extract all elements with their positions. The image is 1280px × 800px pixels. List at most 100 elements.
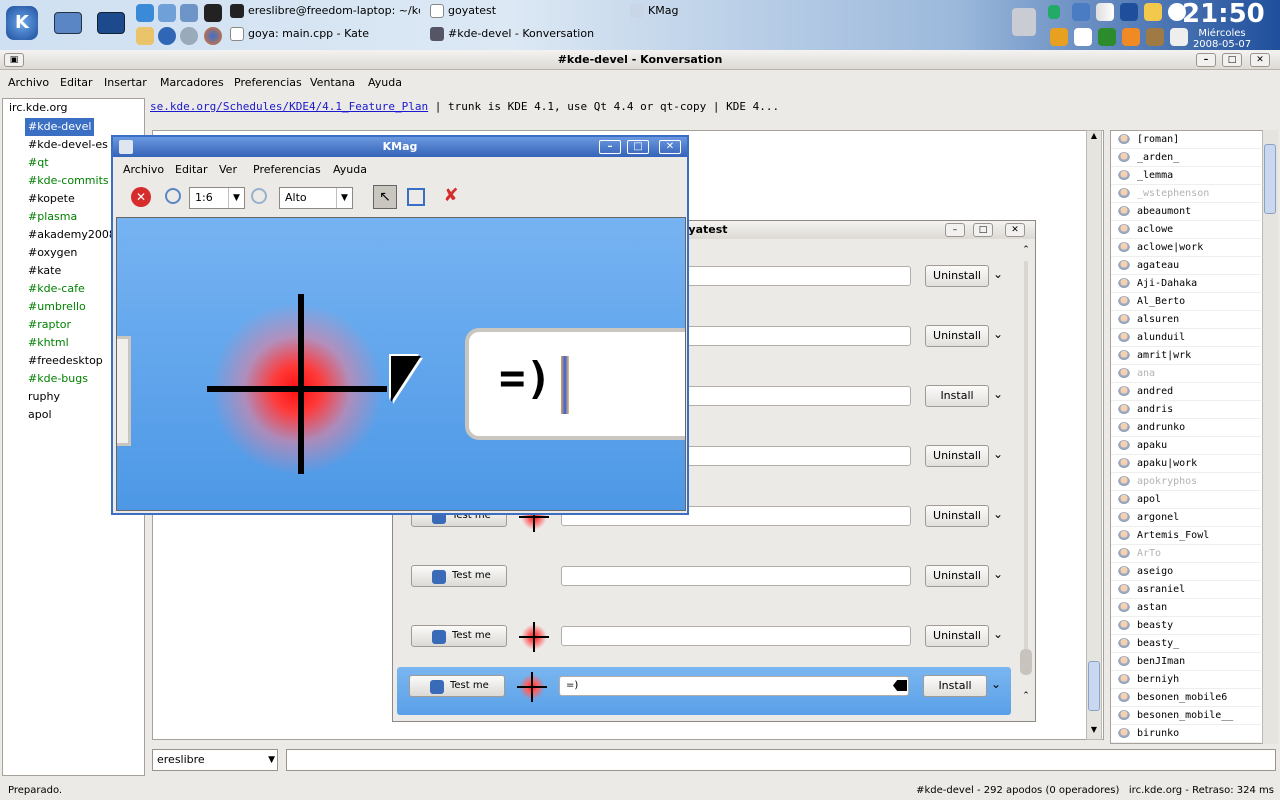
taskbar-kate[interactable]: goya: main.cpp - Kate bbox=[228, 24, 420, 44]
clock[interactable]: 21:50 Miércoles 2008-05-07 bbox=[1182, 0, 1265, 50]
goya-scrollbar[interactable]: ⌃ ⌃ bbox=[1019, 245, 1033, 715]
trash-icon[interactable] bbox=[1012, 8, 1036, 36]
goya-field[interactable] bbox=[561, 566, 911, 586]
message-input[interactable] bbox=[286, 749, 1276, 771]
nick-item[interactable]: agateau bbox=[1111, 257, 1261, 275]
nick-item[interactable]: aclowe bbox=[1111, 221, 1261, 239]
tree-channel[interactable]: #umbrello bbox=[25, 298, 89, 316]
tree-server[interactable]: irc.kde.org bbox=[6, 99, 71, 117]
follow-mouse-icon[interactable]: ↖ bbox=[373, 185, 397, 209]
select-window-icon[interactable] bbox=[407, 188, 425, 206]
tree-channel[interactable]: #oxygen bbox=[25, 244, 80, 262]
goya-field[interactable] bbox=[561, 626, 911, 646]
nick-item[interactable]: apol bbox=[1111, 491, 1261, 509]
nick-item[interactable]: aclowe|work bbox=[1111, 239, 1261, 257]
chevron-down-icon[interactable]: ⌄ bbox=[993, 387, 1003, 401]
tree-channel[interactable]: #plasma bbox=[25, 208, 80, 226]
folder-icon[interactable] bbox=[136, 27, 154, 45]
kmag-menu-ayuda[interactable]: Ayuda bbox=[333, 163, 367, 176]
nick-item[interactable]: andred bbox=[1111, 383, 1261, 401]
goya-scroll-down[interactable]: ⌃ bbox=[1019, 691, 1033, 701]
kmag-menu-editar[interactable]: Editar bbox=[175, 163, 208, 176]
nick-item[interactable]: berniyh bbox=[1111, 671, 1261, 689]
chevron-down-icon[interactable]: ⌄ bbox=[993, 507, 1003, 521]
tree-channel[interactable]: #kopete bbox=[25, 190, 78, 208]
menu-ayuda[interactable]: Ayuda bbox=[368, 76, 402, 89]
nick-list[interactable]: [roman] _arden_ _lemma _wstephenson abeaumon… bbox=[1110, 130, 1278, 744]
clipboard-icon[interactable] bbox=[1074, 28, 1092, 46]
kmag-maximize-button[interactable]: □ bbox=[627, 140, 649, 154]
tree-channel[interactable]: #kde-cafe bbox=[25, 280, 88, 298]
taskbar-konversation[interactable]: #kde-devel - Konversation bbox=[428, 24, 628, 44]
close-button[interactable]: ✕ bbox=[1250, 53, 1270, 67]
test-me-button[interactable]: Test me bbox=[411, 565, 507, 587]
zoom-out-icon[interactable] bbox=[251, 188, 267, 204]
chevron-down-icon[interactable]: ⌄ bbox=[993, 447, 1003, 461]
nick-item[interactable]: besonen_mobile__ bbox=[1111, 707, 1261, 725]
nick-item[interactable]: Artemis_Fowl bbox=[1111, 527, 1261, 545]
maximize-button[interactable]: □ bbox=[1222, 53, 1242, 67]
menu-preferencias[interactable]: Preferencias bbox=[234, 76, 302, 89]
nick-item[interactable]: apaku bbox=[1111, 437, 1261, 455]
nick-item[interactable]: beasty bbox=[1111, 617, 1261, 635]
chevron-down-icon[interactable]: ⌄ bbox=[991, 677, 1001, 691]
nick-item[interactable]: aseigo bbox=[1111, 563, 1261, 581]
goya-maximize-button[interactable]: □ bbox=[973, 223, 993, 237]
nick-item[interactable]: ana bbox=[1111, 365, 1261, 383]
tree-channel[interactable]: ruphy bbox=[25, 388, 63, 406]
tree-channel[interactable]: #khtml bbox=[25, 334, 72, 352]
nick-item[interactable]: andris bbox=[1111, 401, 1261, 419]
tree-channel[interactable]: #kde-bugs bbox=[25, 370, 91, 388]
nick-item[interactable]: _wstephenson bbox=[1111, 185, 1261, 203]
chat-scrollbar[interactable]: ▲ ▼ bbox=[1086, 130, 1102, 740]
kde-icon[interactable] bbox=[1120, 3, 1138, 21]
kmag-minimize-button[interactable]: – bbox=[599, 140, 621, 154]
app-icon[interactable] bbox=[180, 27, 198, 45]
kmag-close-button[interactable]: ✕ bbox=[659, 140, 681, 154]
chevron-down-icon[interactable]: ⌄ bbox=[993, 567, 1003, 581]
package-icon[interactable] bbox=[1146, 28, 1164, 46]
menu-insertar[interactable]: Insertar bbox=[104, 76, 147, 89]
chevron-down-icon[interactable]: ⌄ bbox=[993, 627, 1003, 641]
nick-item[interactable]: argonel bbox=[1111, 509, 1261, 527]
goya-action-button[interactable]: Install bbox=[923, 675, 987, 697]
nick-item[interactable]: _lemma bbox=[1111, 167, 1261, 185]
desktop-icon[interactable] bbox=[54, 12, 82, 34]
goya-action-button[interactable]: Uninstall bbox=[925, 325, 989, 347]
topic-link[interactable]: se.kde.org/Schedules/KDE4/4.1_Feature_Pl… bbox=[150, 100, 428, 113]
goya-minimize-button[interactable]: – bbox=[945, 223, 965, 237]
tree-channel[interactable]: apol bbox=[25, 406, 55, 424]
nick-item[interactable]: Al_Berto bbox=[1111, 293, 1261, 311]
chevron-down-icon[interactable]: ⌄ bbox=[993, 267, 1003, 281]
terminal-pager-icon[interactable] bbox=[97, 12, 125, 34]
goya-close-button[interactable]: ✕ bbox=[1005, 223, 1025, 237]
nick-item[interactable]: apokryphos bbox=[1111, 473, 1261, 491]
tree-channel[interactable]: #raptor bbox=[25, 316, 74, 334]
chevron-down-icon[interactable]: ⌄ bbox=[993, 327, 1003, 341]
chat-scroll-down[interactable]: ▼ bbox=[1087, 725, 1101, 739]
network-icon[interactable] bbox=[180, 4, 198, 22]
tree-channel[interactable]: #kde-devel-es bbox=[25, 136, 111, 154]
nick-item[interactable]: astan bbox=[1111, 599, 1261, 617]
nick-item[interactable]: besonen_mobile6 bbox=[1111, 689, 1261, 707]
nick-item[interactable]: birunko bbox=[1111, 725, 1261, 743]
goya-action-button[interactable]: Uninstall bbox=[925, 445, 989, 467]
lock-icon[interactable] bbox=[1050, 28, 1068, 46]
kmag-menu-archivo[interactable]: Archivo bbox=[123, 163, 164, 176]
test-me-button[interactable]: Test me bbox=[411, 625, 507, 647]
kmag-menu-preferencias[interactable]: Preferencias bbox=[253, 163, 321, 176]
notes-icon[interactable] bbox=[1098, 28, 1116, 46]
nick-item[interactable]: ArTo bbox=[1111, 545, 1261, 563]
terminal-icon[interactable] bbox=[204, 4, 222, 22]
taskbar-terminal[interactable]: ereslibre@freedom-laptop: ~/kdesv bbox=[228, 1, 420, 21]
kmag-zoom-view[interactable]: =) bbox=[116, 217, 686, 511]
taskbar-kmag[interactable]: KMag bbox=[628, 1, 818, 21]
nick-item[interactable]: [roman] bbox=[1111, 131, 1261, 149]
refresh-combo[interactable]: Alto ▼ bbox=[279, 187, 353, 209]
nick-item[interactable]: alunduil bbox=[1111, 329, 1261, 347]
window-menu-icon[interactable]: ▣ bbox=[4, 53, 24, 67]
home-folder-icon[interactable] bbox=[158, 4, 176, 22]
volume-icon[interactable] bbox=[1048, 5, 1060, 19]
battery-icon[interactable] bbox=[1144, 3, 1162, 21]
tree-channel[interactable]: #kate bbox=[25, 262, 64, 280]
